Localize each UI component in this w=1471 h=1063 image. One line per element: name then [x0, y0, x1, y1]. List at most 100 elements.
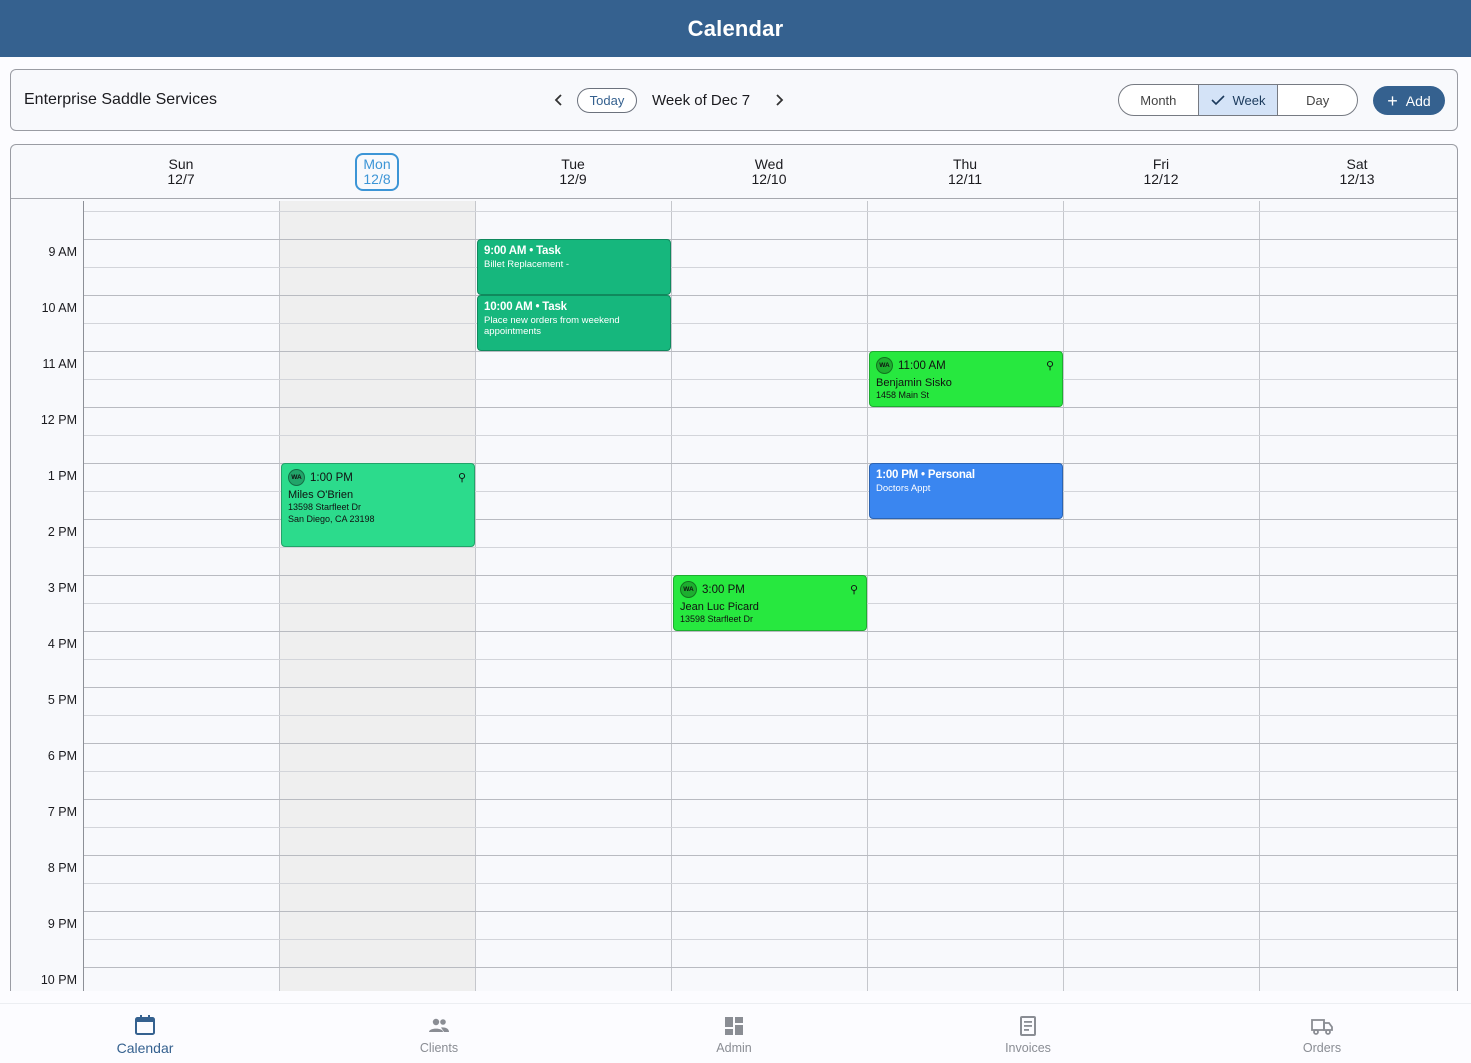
hour-label: 10 PM	[40, 973, 77, 987]
add-button[interactable]: + Add	[1373, 86, 1445, 115]
event-subtitle: Place new orders from weekend appointmen…	[484, 315, 620, 337]
next-week-button[interactable]	[768, 88, 790, 112]
grid-line	[83, 323, 1457, 324]
day-date: 12/12	[1143, 171, 1179, 187]
day-date: 12/11	[948, 171, 982, 187]
event-appointment-jean-luc-picard[interactable]: WA 3:00 PM ⚲ Jean Luc Picard 13598 Starf…	[673, 575, 867, 631]
hour-label: 7 PM	[47, 805, 77, 819]
day-header-thu[interactable]: Thu 12/11	[867, 145, 1063, 199]
today-button[interactable]: Today	[577, 88, 637, 113]
day-name: Wed	[754, 156, 784, 172]
client-address: 13598 Starfleet Dr	[680, 614, 754, 624]
grid-line	[83, 267, 1457, 268]
grid-line	[83, 771, 1457, 772]
day-name: Sat	[1346, 156, 1368, 172]
nav-orders[interactable]: Orders	[1262, 1004, 1382, 1063]
nav-label: Clients	[419, 1040, 459, 1055]
day-column-sun[interactable]	[83, 201, 279, 991]
client-name: Miles O'Brien	[288, 489, 354, 501]
day-name: Thu	[952, 156, 978, 172]
grid-line	[83, 407, 1457, 408]
check-icon	[1210, 95, 1225, 106]
day-column-thu[interactable]	[867, 201, 1063, 991]
hour-label: 11 AM	[42, 357, 77, 371]
event-appointment-miles-obrien[interactable]: WA 1:00 PM ⚲ Miles O'Brien 13598 Starfle…	[281, 463, 475, 547]
view-switcher: Month Week Day	[1118, 84, 1358, 116]
time-gutter-divider	[83, 201, 84, 991]
week-label: Week of Dec 7	[652, 92, 751, 109]
appointment-badge: WA	[876, 357, 893, 374]
grid-line	[83, 743, 1457, 744]
hour-label: 9 PM	[47, 917, 77, 931]
nav-label: Invoices	[1005, 1040, 1051, 1055]
grid-line	[83, 351, 1457, 352]
day-header-sun[interactable]: Sun 12/7	[83, 145, 279, 199]
nav-calendar[interactable]: Calendar	[85, 1004, 205, 1063]
plus-icon: +	[1387, 90, 1398, 111]
day-name: Fri	[1152, 156, 1170, 172]
calendar-icon	[133, 1013, 157, 1037]
client-name: Jean Luc Picard	[680, 601, 759, 613]
day-date: 12/10	[751, 171, 787, 187]
event-title: 10:00 AM • Task	[484, 301, 567, 313]
hour-label: 3 PM	[47, 581, 77, 595]
grid-line	[83, 799, 1457, 800]
dashboard-icon	[722, 1014, 746, 1038]
day-header-tue[interactable]: Tue 12/9	[475, 145, 671, 199]
client-address: 13598 Starfleet Dr	[288, 502, 362, 512]
app-root: Calendar Enterprise Saddle Services Toda…	[0, 0, 1471, 1063]
client-city: San Diego, CA 23198	[288, 514, 375, 524]
grid-line	[83, 295, 1457, 296]
truck-icon	[1310, 1014, 1334, 1038]
hour-label: 6 PM	[47, 749, 77, 763]
hour-label: 5 PM	[47, 693, 77, 707]
nav-clients[interactable]: Clients	[379, 1004, 499, 1063]
appointment-badge: WA	[288, 469, 305, 486]
people-icon	[427, 1014, 451, 1038]
day-header-wed[interactable]: Wed 12/10	[671, 145, 867, 199]
grid-line	[83, 855, 1457, 856]
day-header-mon[interactable]: Mon 12/8	[279, 145, 475, 199]
event-subtitle: Doctors Appt	[876, 483, 931, 494]
client-address: 1458 Main St	[876, 390, 930, 400]
bottom-navigation: Calendar Clients Admin Invoices Orders	[0, 1003, 1471, 1063]
event-appointment-benjamin-sisko[interactable]: WA 11:00 AM ⚲ Benjamin Sisko 1458 Main S…	[869, 351, 1063, 407]
grid-line	[83, 659, 1457, 660]
view-week-button[interactable]: Week	[1198, 85, 1279, 115]
view-day-button[interactable]: Day	[1278, 85, 1357, 115]
event-personal-doctors-appt[interactable]: 1:00 PM • Personal Doctors Appt	[869, 463, 1063, 519]
day-column-sat[interactable]	[1259, 201, 1455, 991]
event-title: 9:00 AM • Task	[484, 245, 561, 257]
grid-line	[83, 827, 1457, 828]
grid-line	[83, 239, 1457, 240]
add-button-label: Add	[1405, 92, 1431, 109]
grid-line	[83, 939, 1457, 940]
event-task-billet-replacement[interactable]: 9:00 AM • Task Billet Replacement -	[477, 239, 671, 295]
day-header-sat[interactable]: Sat 12/13	[1259, 145, 1455, 199]
day-date: 12/7	[167, 171, 195, 187]
day-date: 12/9	[559, 171, 587, 187]
event-time: 11:00 AM	[898, 359, 946, 372]
calendar-toolbar: Enterprise Saddle Services Today Week of…	[10, 69, 1458, 131]
today-indicator: Mon 12/8	[355, 153, 399, 191]
time-grid: 9 AM 10 AM 11 AM 12 PM 1 PM 2 PM 3 PM 4 …	[11, 201, 1457, 991]
day-name: Tue	[561, 156, 585, 172]
prev-week-button[interactable]	[548, 88, 570, 112]
event-task-place-orders[interactable]: 10:00 AM • Task Place new orders from we…	[477, 295, 671, 351]
grid-line	[83, 715, 1457, 716]
nav-invoices[interactable]: Invoices	[968, 1004, 1088, 1063]
hour-label: 12 PM	[40, 413, 77, 427]
day-header-fri[interactable]: Fri 12/12	[1063, 145, 1259, 199]
grid-line	[83, 547, 1457, 548]
grid-line	[83, 631, 1457, 632]
view-month-button[interactable]: Month	[1119, 85, 1199, 115]
appointment-badge: WA	[680, 581, 697, 598]
day-column-fri[interactable]	[1063, 201, 1259, 991]
grid-line	[83, 435, 1457, 436]
pin-icon: ⚲	[1045, 360, 1054, 372]
nav-admin[interactable]: Admin	[674, 1004, 794, 1063]
day-column-mon[interactable]	[279, 201, 475, 991]
grid-line	[83, 379, 1457, 380]
grid-line	[83, 911, 1457, 912]
page-title: Calendar	[687, 15, 784, 41]
